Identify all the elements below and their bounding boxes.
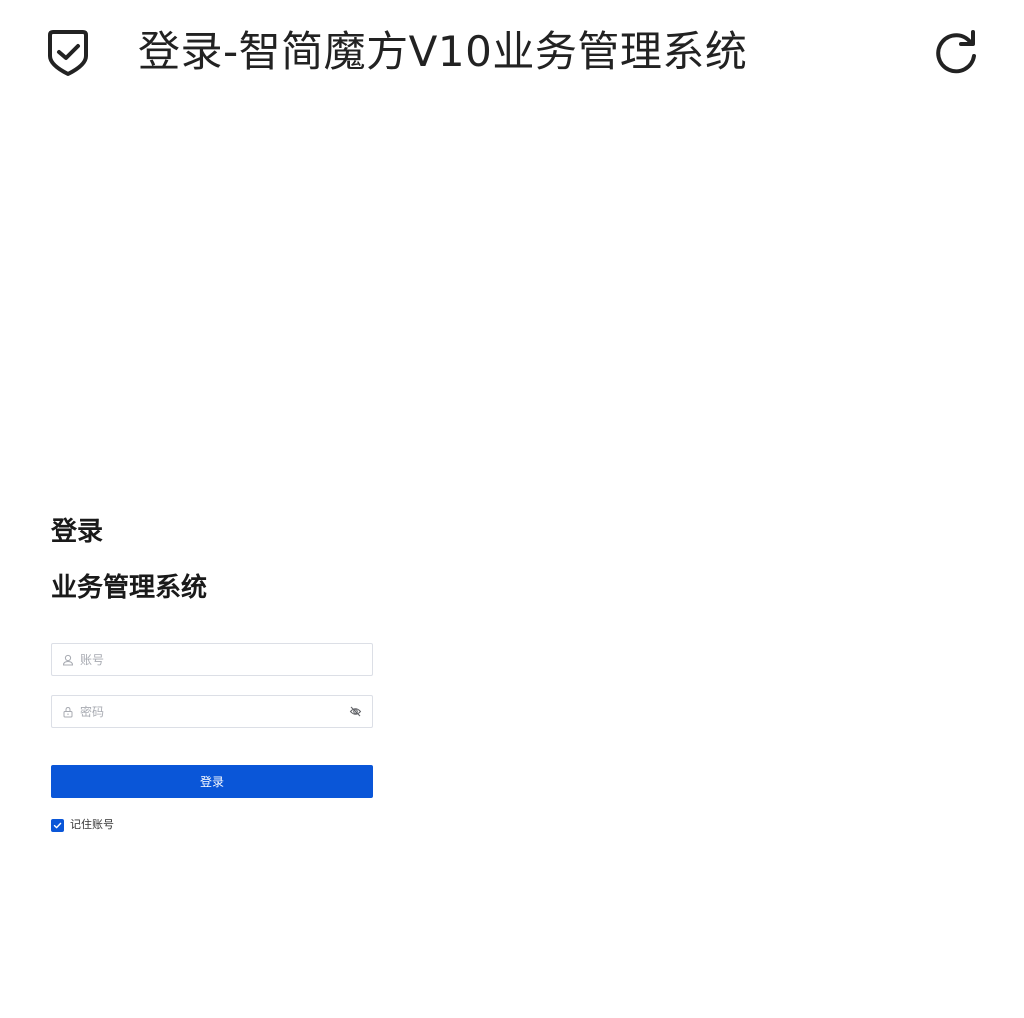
remember-account-label: 记住账号 bbox=[70, 818, 114, 831]
password-input[interactable] bbox=[80, 704, 349, 719]
login-heading: 登录 bbox=[51, 517, 104, 547]
user-icon bbox=[62, 654, 74, 665]
shield-check-icon bbox=[48, 30, 88, 76]
reload-icon[interactable] bbox=[930, 27, 982, 79]
password-field[interactable] bbox=[51, 695, 373, 728]
account-field[interactable] bbox=[51, 643, 373, 676]
login-button[interactable]: 登录 bbox=[51, 765, 373, 798]
system-name: 业务管理系统 bbox=[51, 573, 208, 603]
checkbox-checked-icon[interactable] bbox=[51, 818, 64, 832]
account-input[interactable] bbox=[80, 652, 362, 667]
lock-icon bbox=[63, 706, 73, 717]
login-form: 登录 业务管理系统 登录 记住账号 bbox=[51, 514, 373, 832]
remember-account-checkbox[interactable]: 记住账号 bbox=[51, 818, 114, 832]
page-title: 登录-智简魔方V10业务管理系统 bbox=[138, 27, 748, 76]
eye-off-icon[interactable] bbox=[349, 705, 362, 718]
window-header: 登录-智简魔方V10业务管理系统 bbox=[0, 0, 1024, 108]
